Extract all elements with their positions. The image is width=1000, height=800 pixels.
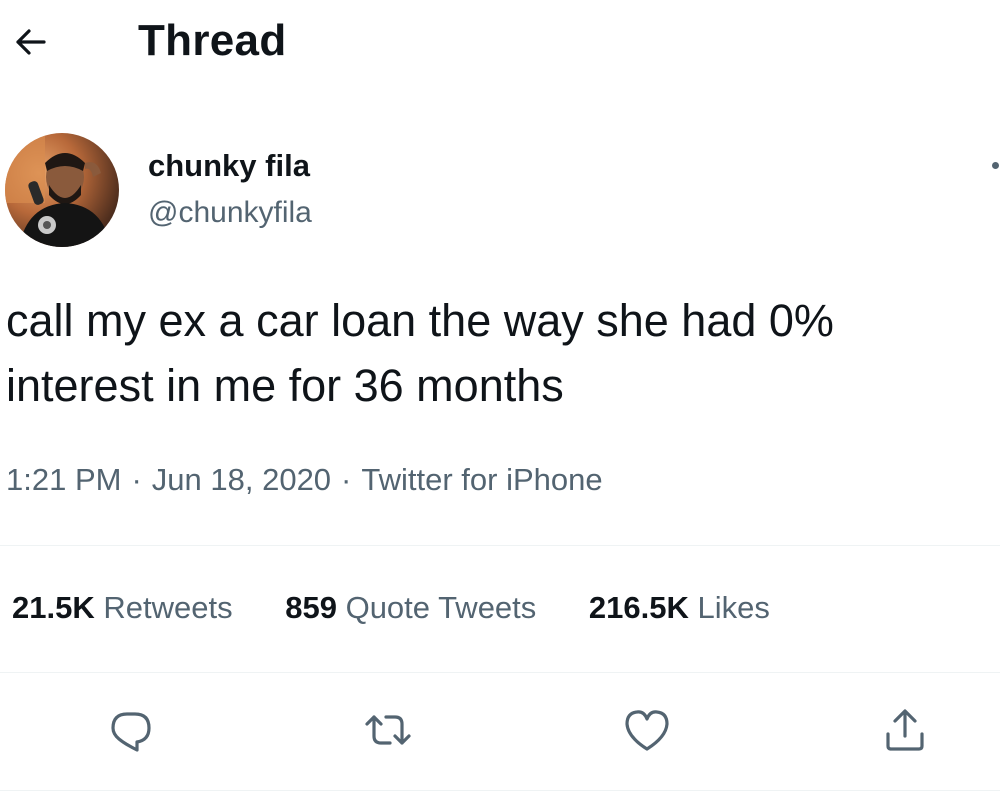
likes-stat[interactable]: 216.5K Likes xyxy=(589,590,770,626)
tweet-metadata: 1:21 PM · Jun 18, 2020 · Twitter for iPhone xyxy=(6,462,603,498)
author-handle[interactable]: @chunkyfila xyxy=(148,196,312,230)
back-button[interactable] xyxy=(8,22,52,62)
likes-label: Likes xyxy=(697,590,770,625)
quote-tweets-label: Quote Tweets xyxy=(345,590,537,625)
tweet-author: chunky fila @chunkyfila xyxy=(0,128,1000,258)
tweet-source[interactable]: Twitter for iPhone xyxy=(361,462,602,498)
author-display-name[interactable]: chunky fila xyxy=(148,148,310,184)
like-button[interactable] xyxy=(617,700,677,760)
thread-header: Thread xyxy=(0,0,1000,90)
divider xyxy=(0,790,1000,791)
like-heart-icon xyxy=(625,710,669,751)
tweet-date[interactable]: Jun 18, 2020 xyxy=(152,462,331,498)
tweet-text-line: interest in me for 36 months xyxy=(6,360,564,411)
quote-tweets-stat[interactable]: 859 Quote Tweets xyxy=(285,590,536,626)
tweet-text-line: call my ex a car loan the way she had 0% xyxy=(6,295,834,346)
page-title: Thread xyxy=(138,16,287,65)
arrow-left-icon xyxy=(16,29,46,55)
tweet-text: call my ex a car loan the way she had 0%… xyxy=(6,288,1000,418)
retweet-button[interactable] xyxy=(358,700,418,760)
retweet-icon xyxy=(365,715,411,745)
more-options-button[interactable] xyxy=(982,156,1000,176)
retweets-label: Retweets xyxy=(103,590,233,625)
tweet-time[interactable]: 1:21 PM xyxy=(6,462,121,498)
share-icon xyxy=(886,709,924,751)
share-button[interactable] xyxy=(875,700,935,760)
divider xyxy=(0,672,1000,673)
avatar-image xyxy=(5,133,119,247)
divider xyxy=(0,545,1000,546)
reply-icon xyxy=(111,712,151,752)
retweets-stat[interactable]: 21.5K Retweets xyxy=(12,590,233,626)
tweet-stats: 21.5K Retweets 859 Quote Tweets 216.5K L… xyxy=(12,590,814,626)
avatar[interactable] xyxy=(5,133,119,247)
separator: · xyxy=(341,462,352,497)
quote-tweets-count: 859 xyxy=(285,590,337,625)
more-options-icon xyxy=(992,162,999,169)
separator: · xyxy=(131,462,142,497)
reply-button[interactable] xyxy=(101,700,161,760)
tweet-actions xyxy=(0,690,1000,780)
retweets-count: 21.5K xyxy=(12,590,95,625)
likes-count: 216.5K xyxy=(588,590,689,625)
